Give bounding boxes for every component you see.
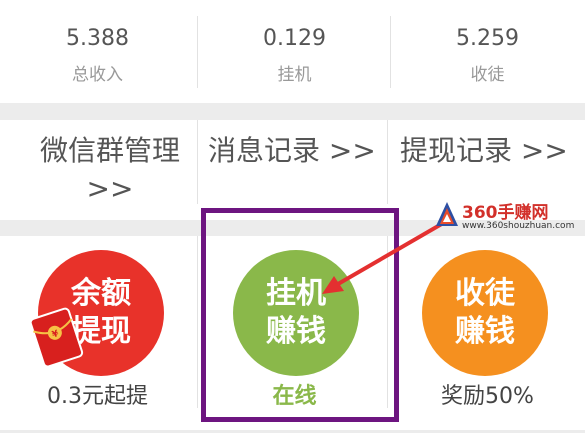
- recruit-action[interactable]: 收徒 赚钱 奖励50%: [390, 236, 585, 430]
- link-label: 提现记录 >>: [400, 134, 568, 167]
- stat-value: 5.388: [66, 26, 129, 51]
- stat-recruit: 5.259 收徒: [390, 0, 585, 103]
- link-chevron: >>: [86, 172, 134, 205]
- stats-panel: 5.388 总收入 0.129 挂机 5.259 收徒: [0, 0, 585, 103]
- withdraw-action[interactable]: 余额 提现 ¥ 0.3元起提: [0, 236, 195, 430]
- stat-value: 5.259: [456, 26, 519, 51]
- circle-text: 赚钱: [455, 314, 515, 349]
- watermark-title: 360手赚网: [462, 203, 549, 223]
- circle-text: 收徒: [455, 276, 515, 311]
- stat-label: 总收入: [72, 65, 123, 85]
- link-label: 微信群管理: [39, 134, 180, 167]
- recruit-earn-button[interactable]: 收徒 赚钱: [422, 250, 548, 376]
- highlight-box: [201, 208, 399, 422]
- recruit-caption: 奖励50%: [441, 384, 534, 409]
- divider: [197, 120, 198, 204]
- wechat-group-link[interactable]: 微信群管理 >>: [30, 132, 190, 232]
- withdraw-caption: 0.3元起提: [47, 384, 148, 409]
- stat-label: 挂机: [277, 65, 312, 85]
- divider: [387, 120, 388, 204]
- red-envelope-icon: ¥: [29, 307, 84, 368]
- watermark: 360手赚网 www.360shouzhuan.com: [434, 196, 584, 238]
- stat-value: 0.129: [263, 26, 326, 51]
- watermark-logo-icon: [436, 202, 458, 226]
- stat-idle: 0.129 挂机: [197, 0, 392, 103]
- link-label: 消息记录 >>: [208, 134, 376, 167]
- stat-label: 收徒: [470, 65, 505, 85]
- watermark-url: www.360shouzhuan.com: [462, 221, 575, 231]
- stat-total-income: 5.388 总收入: [0, 0, 195, 103]
